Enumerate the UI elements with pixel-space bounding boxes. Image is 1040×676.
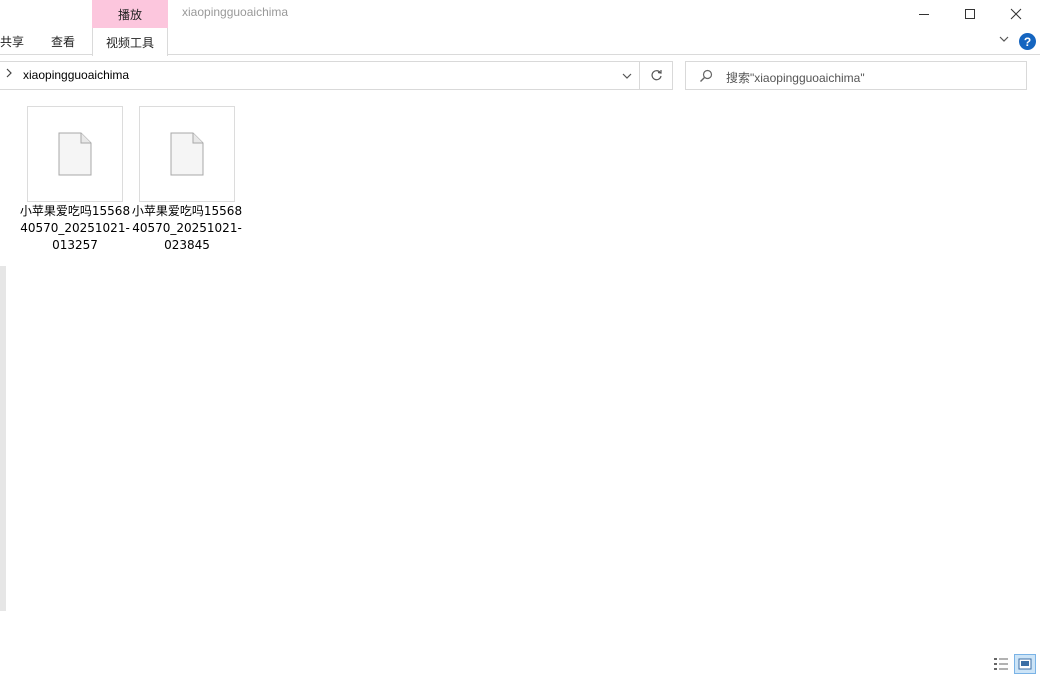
large-icons-view-icon — [1018, 658, 1032, 670]
ribbon-tabs: 共享 查看 视频工具 — [0, 28, 1040, 56]
status-bar — [0, 652, 1040, 676]
context-tab-group-play: 播放 — [92, 0, 168, 28]
chevron-down-icon — [622, 73, 631, 79]
tab-video-tools[interactable]: 视频工具 — [92, 28, 168, 56]
navigation-pane-edge — [0, 266, 6, 611]
file-list-area[interactable]: 小苹果爱吃吗1556840570_20251021-013257 小苹果爱吃吗1… — [0, 96, 1040, 652]
maximize-button[interactable] — [947, 0, 993, 28]
generic-file-icon — [170, 132, 204, 176]
address-history-dropdown[interactable] — [614, 62, 640, 89]
tab-view[interactable]: 查看 — [51, 28, 75, 55]
window-title: xiaopingguoaichima — [182, 5, 289, 19]
minimize-icon — [919, 13, 929, 15]
details-view-icon — [994, 658, 1008, 670]
address-bar[interactable]: xiaopingguoaichima — [0, 61, 673, 90]
search-icon — [700, 69, 713, 82]
refresh-button[interactable] — [641, 62, 672, 89]
generic-file-icon — [58, 132, 92, 176]
title-bar: 播放 xiaopingguoaichima — [0, 0, 1040, 28]
close-button[interactable] — [993, 0, 1039, 28]
maximize-icon — [965, 9, 975, 19]
large-icons-view-button[interactable] — [1014, 654, 1036, 674]
file-name[interactable]: 小苹果爱吃吗1556840570_20251021-023845 — [131, 203, 243, 254]
file-name[interactable]: 小苹果爱吃吗1556840570_20251021-013257 — [19, 203, 131, 254]
help-icon[interactable]: ? — [1019, 33, 1036, 50]
tab-share[interactable]: 共享 — [0, 28, 24, 55]
close-icon — [1010, 8, 1022, 20]
ribbon-expand-chevron-icon[interactable] — [999, 33, 1009, 46]
details-view-button[interactable] — [991, 654, 1011, 674]
breadcrumb-chevron-icon[interactable] — [6, 67, 12, 81]
breadcrumb-current-folder[interactable]: xiaopingguoaichima — [23, 68, 129, 82]
file-thumbnail[interactable] — [139, 106, 235, 202]
file-thumbnail[interactable] — [27, 106, 123, 202]
refresh-icon — [651, 70, 662, 81]
search-box[interactable]: 搜索"xiaopingguoaichima" — [685, 61, 1027, 90]
minimize-button[interactable] — [901, 0, 947, 28]
search-placeholder: 搜索"xiaopingguoaichima" — [726, 71, 865, 85]
